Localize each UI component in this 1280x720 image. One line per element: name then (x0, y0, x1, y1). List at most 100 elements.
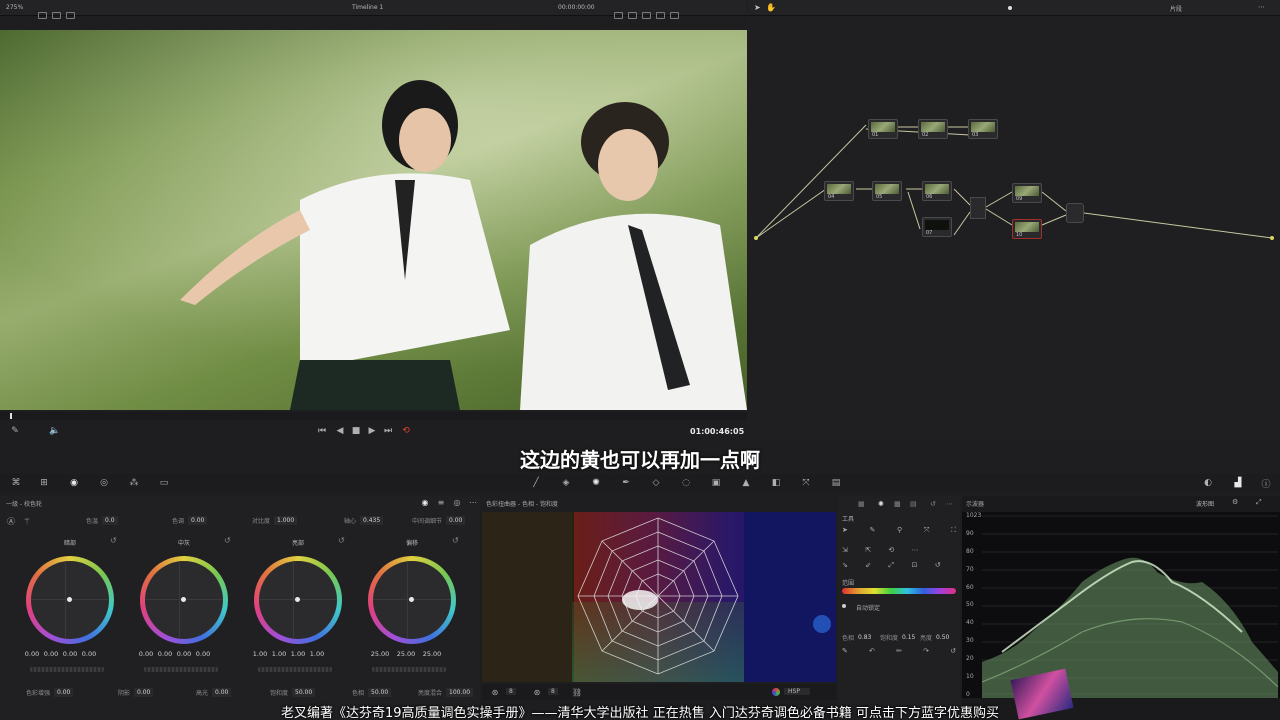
wheel-gain-master-slider[interactable] (258, 667, 332, 672)
select-tool-icon[interactable]: ➤ (842, 526, 848, 538)
sizing-icon[interactable]: ⤧ (800, 477, 812, 489)
scopes-toggle-icon[interactable]: ▟ (1232, 477, 1244, 489)
wheel-gamma-ring[interactable] (140, 556, 228, 644)
param-temp[interactable]: 色温 0.0 (86, 516, 118, 525)
more-options-icon[interactable]: ⋯ (1258, 3, 1265, 11)
picker-wand-icon[interactable]: ⚚ (22, 516, 32, 526)
color-wheels-icon[interactable]: ◉ (68, 477, 80, 489)
primaries-wheels-mode-icon[interactable]: ◉ (420, 497, 430, 507)
param-mid-detail[interactable]: 中间调细节 0.00 (412, 516, 466, 525)
timeline-name[interactable]: Timeline 1 (352, 4, 383, 11)
push-tool-icon[interactable]: ⇲ (842, 546, 863, 559)
pull-tool-icon[interactable]: ⇱ (865, 546, 886, 559)
color-match-icon[interactable]: ⊞ (38, 477, 50, 489)
color-space-select[interactable]: HSP (784, 688, 810, 695)
header-timecode[interactable]: 00:00:00:00 (558, 4, 595, 11)
tools-toggle-icon[interactable]: ▦ (858, 500, 865, 508)
wheel-gamma[interactable]: 中灰 ↺ 0.00 0.00 0.00 0.00 (134, 536, 246, 686)
first-frame-button[interactable]: ⏮ (316, 425, 328, 437)
viewer-layout-icons[interactable] (38, 4, 76, 23)
hdr-wheels-icon[interactable]: ◎ (98, 477, 110, 489)
color-warper-icon[interactable]: ◈ (560, 477, 572, 489)
wheel-offset[interactable]: 偏移 ↺ 25.00 25.00 25.00 (362, 536, 474, 686)
layer-mixer-node[interactable] (970, 197, 986, 219)
tools-warper-icon[interactable]: ✺ (878, 500, 884, 508)
wheel-gamma-master-slider[interactable] (144, 667, 218, 672)
param-contrast[interactable]: 对比度 1.000 (252, 516, 298, 525)
wheel-offset-reset-icon[interactable]: ↺ (452, 536, 459, 545)
lightbox-icon[interactable]: ◐ (1202, 477, 1214, 489)
primaries-bars-mode-icon[interactable]: ≡ (436, 497, 446, 507)
tools-reset-icon[interactable]: ↺ (930, 500, 936, 508)
viewer-options-icons[interactable] (614, 4, 680, 23)
auto-balance-icon[interactable]: Ⓐ (6, 516, 16, 526)
scrub-bar[interactable] (0, 412, 747, 420)
node-graph[interactable]: 01 02 03 04 05 06 07 09 10 (748, 17, 1280, 440)
warper-active-icon[interactable]: ✺ (590, 477, 602, 489)
tool-param-sat[interactable]: 饱和度 0.15 (880, 633, 915, 642)
eyedropper-icon[interactable]: ✎ (842, 647, 848, 657)
volume-icon[interactable]: 🔈 (48, 425, 62, 437)
resolution-icon[interactable]: ⊛ (532, 686, 542, 698)
wheel-lift[interactable]: 暗部 ↺ 0.00 0.00 0.00 0.00 (20, 536, 132, 686)
scope-mode-select[interactable]: 波形图 (1196, 499, 1214, 508)
play-button[interactable]: ▶ (366, 425, 378, 437)
node-03[interactable]: 03 (968, 119, 998, 139)
node-01[interactable]: 01 (868, 119, 898, 139)
tools-more-icon[interactable]: ⋯ (946, 500, 953, 508)
reset-points-icon[interactable]: ↺ (935, 561, 956, 575)
curves-icon[interactable]: ╱ (530, 477, 542, 489)
wheel-gamma-reset-icon[interactable]: ↺ (224, 536, 231, 545)
warper-grid-bg[interactable] (482, 512, 836, 682)
magic-mask-icon[interactable]: ▣ (710, 477, 722, 489)
param-lum-mix[interactable]: 亮度混合 100.00 (418, 688, 474, 697)
param-hue[interactable]: 色相 50.00 (352, 688, 392, 697)
undo-icon[interactable]: ↶ (869, 647, 875, 657)
node-07[interactable]: 07 (922, 217, 952, 237)
wheel-gain[interactable]: 亮部 ↺ 1.00 1.00 1.00 1.00 (248, 536, 360, 686)
param-saturation[interactable]: 饱和度 50.00 (270, 688, 316, 697)
wheel-offset-ring[interactable] (368, 556, 456, 644)
motion-effects-icon[interactable]: ▭ (158, 477, 170, 489)
stop-button[interactable]: ■ (350, 425, 362, 437)
rotate-tool-icon[interactable]: ⟲ (888, 546, 909, 559)
scale-tool-icon[interactable]: ⤢ (888, 561, 909, 575)
param-color-boost[interactable]: 色彩增强 0.00 (26, 688, 74, 697)
blur-icon[interactable]: ▲ (740, 477, 752, 489)
zoom-level[interactable]: 275% (6, 4, 23, 11)
expand-tool-icon[interactable]: ⤧ (924, 526, 930, 538)
pen-tool-icon[interactable]: ✎ (870, 526, 876, 538)
reset-all-icon[interactable]: ⋯ (468, 497, 478, 507)
param-shadows[interactable]: 阴影 0.00 (118, 688, 154, 697)
hue-range-bar[interactable] (842, 588, 956, 594)
hand-icon[interactable]: ✋ (766, 3, 776, 12)
parallel-mixer-node[interactable] (1066, 203, 1084, 223)
fullscreen-tool-icon[interactable]: ⛶ (951, 526, 956, 538)
info-icon[interactable]: ⓘ (1260, 477, 1272, 490)
tools-grid-icon[interactable]: ▩ (894, 500, 901, 508)
wheel-lift-master-slider[interactable] (30, 667, 104, 672)
window-icon[interactable]: ◇ (650, 477, 662, 489)
resolution-select[interactable]: 8 (548, 688, 558, 695)
grid-density-icon[interactable]: ⊛ (490, 686, 500, 698)
tool-param-lum[interactable]: 亮度 0.50 (920, 633, 949, 642)
wheel-gain-ring[interactable] (254, 556, 342, 644)
brush-icon[interactable]: ✏ (896, 647, 902, 657)
move-left-icon[interactable]: ⇘ (842, 561, 863, 575)
node-05[interactable]: 05 (872, 181, 902, 201)
scope-expand-icon[interactable]: ⤢ (1256, 498, 1262, 507)
move-right-icon[interactable]: ⇙ (865, 561, 886, 575)
rgb-mixer-icon[interactable]: ⁂ (128, 477, 140, 489)
pin-all-icon[interactable]: ⊡ (912, 561, 933, 575)
reset-icon[interactable]: ↺ (950, 647, 956, 657)
camera-raw-icon[interactable]: ⌘ (10, 477, 22, 489)
picker-icon[interactable]: ✎ (8, 425, 22, 437)
loop-button[interactable]: ⟲ (400, 425, 412, 437)
node-04[interactable]: 04 (824, 181, 854, 201)
key-icon[interactable]: ◧ (770, 477, 782, 489)
node-mode-selector[interactable]: 片段 (1170, 4, 1182, 13)
tool-param-hue[interactable]: 色相 0.83 (842, 633, 871, 642)
link-icon[interactable]: ⛓ (572, 686, 582, 698)
tools-list-icon[interactable]: ▤ (910, 500, 917, 508)
node-09[interactable]: 09 (1012, 183, 1042, 203)
